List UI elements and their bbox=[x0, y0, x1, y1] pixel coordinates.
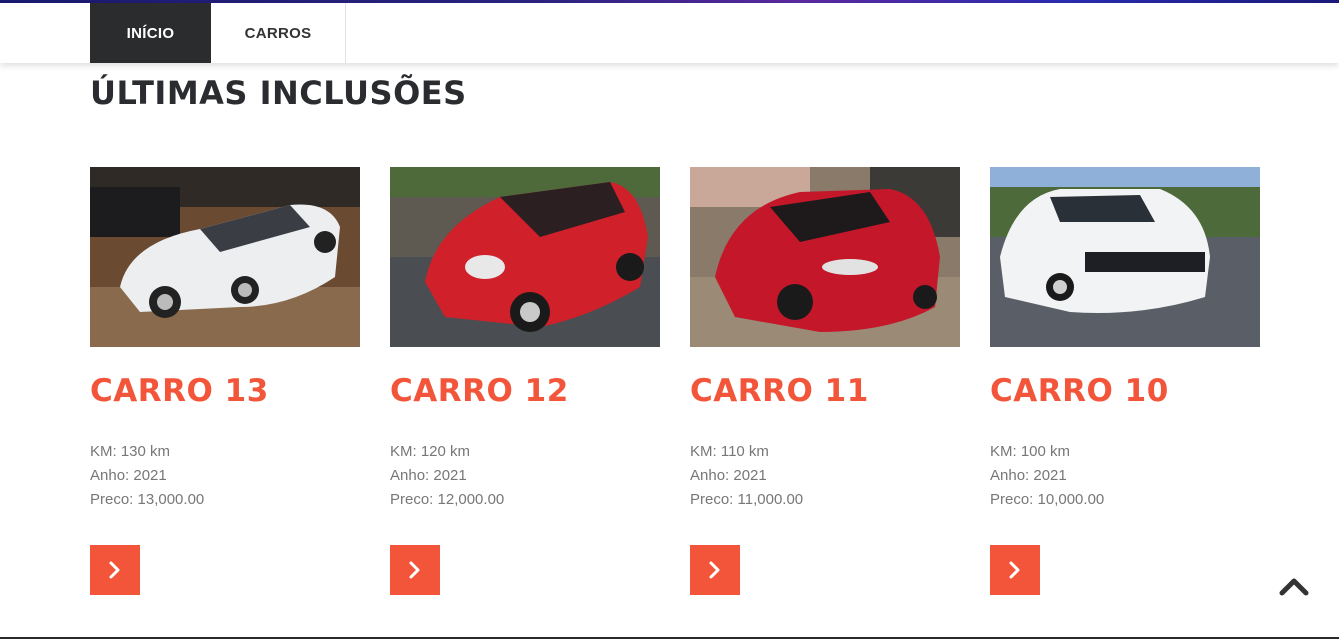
car-title[interactable]: CARRO 12 bbox=[390, 369, 569, 413]
car-details-button[interactable] bbox=[690, 545, 740, 595]
car-specs: KM: 100 km Anho: 2021 Preco: 10,000.00 bbox=[990, 440, 1104, 512]
chevron-right-icon bbox=[109, 561, 120, 579]
chevron-right-icon bbox=[709, 561, 720, 579]
car-km: KM: 130 km bbox=[90, 443, 171, 460]
car-title[interactable]: CARRO 10 bbox=[990, 369, 1169, 413]
car-card: CARRO 13 KM: 130 km Anho: 2021 Preco: 13… bbox=[90, 167, 360, 595]
car-title[interactable]: CARRO 11 bbox=[690, 369, 869, 413]
car-price: Preco: 13,000.00 bbox=[90, 491, 205, 508]
chevron-right-icon bbox=[1009, 561, 1020, 579]
main-navbar: INÍCIO CARROS bbox=[0, 3, 1339, 63]
car-specs: KM: 130 km Anho: 2021 Preco: 13,000.00 bbox=[90, 440, 204, 512]
car-km: KM: 110 km bbox=[690, 443, 769, 460]
car-price: Preco: 10,000.00 bbox=[990, 491, 1105, 508]
car-year: Anho: 2021 bbox=[390, 467, 467, 484]
chevron-right-icon bbox=[409, 561, 420, 579]
car-price: Preco: 11,000.00 bbox=[690, 491, 804, 508]
car-details-button[interactable] bbox=[90, 545, 140, 595]
car-card: CARRO 10 KM: 100 km Anho: 2021 Preco: 10… bbox=[990, 167, 1260, 595]
car-photo[interactable] bbox=[390, 167, 660, 347]
car-card: CARRO 11 KM: 110 km Anho: 2021 Preco: 11… bbox=[690, 167, 960, 595]
car-specs: KM: 110 km Anho: 2021 Preco: 11,000.00 bbox=[690, 440, 803, 512]
car-card: CARRO 12 KM: 120 km Anho: 2021 Preco: 12… bbox=[390, 167, 660, 595]
section-title: ÚLTIMAS INCLUSÕES bbox=[90, 74, 467, 112]
car-year: Anho: 2021 bbox=[90, 467, 167, 484]
car-details-button[interactable] bbox=[990, 545, 1040, 595]
car-year: Anho: 2021 bbox=[690, 467, 767, 484]
car-photo[interactable] bbox=[90, 167, 360, 347]
nav-menu: INÍCIO CARROS bbox=[90, 3, 346, 63]
back-to-top-button[interactable] bbox=[1278, 574, 1310, 598]
car-details-button[interactable] bbox=[390, 545, 440, 595]
car-specs: KM: 120 km Anho: 2021 Preco: 12,000.00 bbox=[390, 440, 504, 512]
car-photo[interactable] bbox=[990, 167, 1260, 347]
nav-item-inicio[interactable]: INÍCIO bbox=[90, 3, 211, 63]
car-price: Preco: 12,000.00 bbox=[390, 491, 505, 508]
car-km: KM: 120 km bbox=[390, 443, 471, 460]
chevron-up-icon bbox=[1279, 578, 1309, 596]
page: INÍCIO CARROS ÚLTIMAS INCLUSÕES CARRO 13… bbox=[0, 0, 1339, 639]
car-km: KM: 100 km bbox=[990, 443, 1071, 460]
nav-item-carros[interactable]: CARROS bbox=[211, 3, 346, 63]
car-title[interactable]: CARRO 13 bbox=[90, 369, 269, 413]
car-photo[interactable] bbox=[690, 167, 960, 347]
car-year: Anho: 2021 bbox=[990, 467, 1067, 484]
